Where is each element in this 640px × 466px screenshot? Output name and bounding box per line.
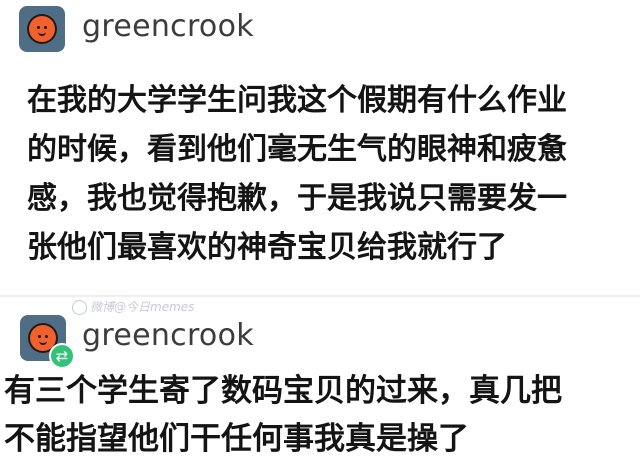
avatar-face-icon	[27, 14, 57, 44]
post-reply: 微博@今日memes ⇄ greencrook 有三个学生寄了数码宝贝的过来，真…	[0, 297, 640, 466]
post-text-line: 有三个学生寄了数码宝贝的过来，真几把	[4, 373, 562, 409]
retweet-icon: ⇄	[49, 343, 75, 369]
post-text-line: 不能指望他们干任何事我真是操了	[4, 421, 469, 457]
post-original: greencrook 在我的大学学生问我这个假期有什么作业 的时候，看到他们毫无…	[0, 0, 640, 296]
post-text: 有三个学生寄了数码宝贝的过来，真几把 不能指望他们干任何事我真是操了	[4, 367, 562, 463]
post-text-line: 的时候，看到他们毫无生气的眼神和疲惫	[27, 132, 567, 167]
weibo-icon	[72, 300, 87, 315]
watermark: 微博@今日memes	[72, 298, 194, 315]
post-text-line: 感，我也觉得抱歉，于是我说只需要发一	[27, 181, 567, 216]
post-text: 在我的大学学生问我这个假期有什么作业 的时候，看到他们毫无生气的眼神和疲惫 感，…	[27, 76, 567, 272]
post-text-line: 在我的大学学生问我这个假期有什么作业	[27, 83, 567, 118]
username[interactable]: greencrook	[82, 9, 254, 44]
username[interactable]: greencrook	[82, 318, 254, 353]
post-text-line: 张他们最喜欢的神奇宝贝给我就行了	[27, 230, 507, 265]
watermark-text: 微博@今日memes	[90, 300, 195, 314]
avatar[interactable]	[19, 6, 65, 52]
